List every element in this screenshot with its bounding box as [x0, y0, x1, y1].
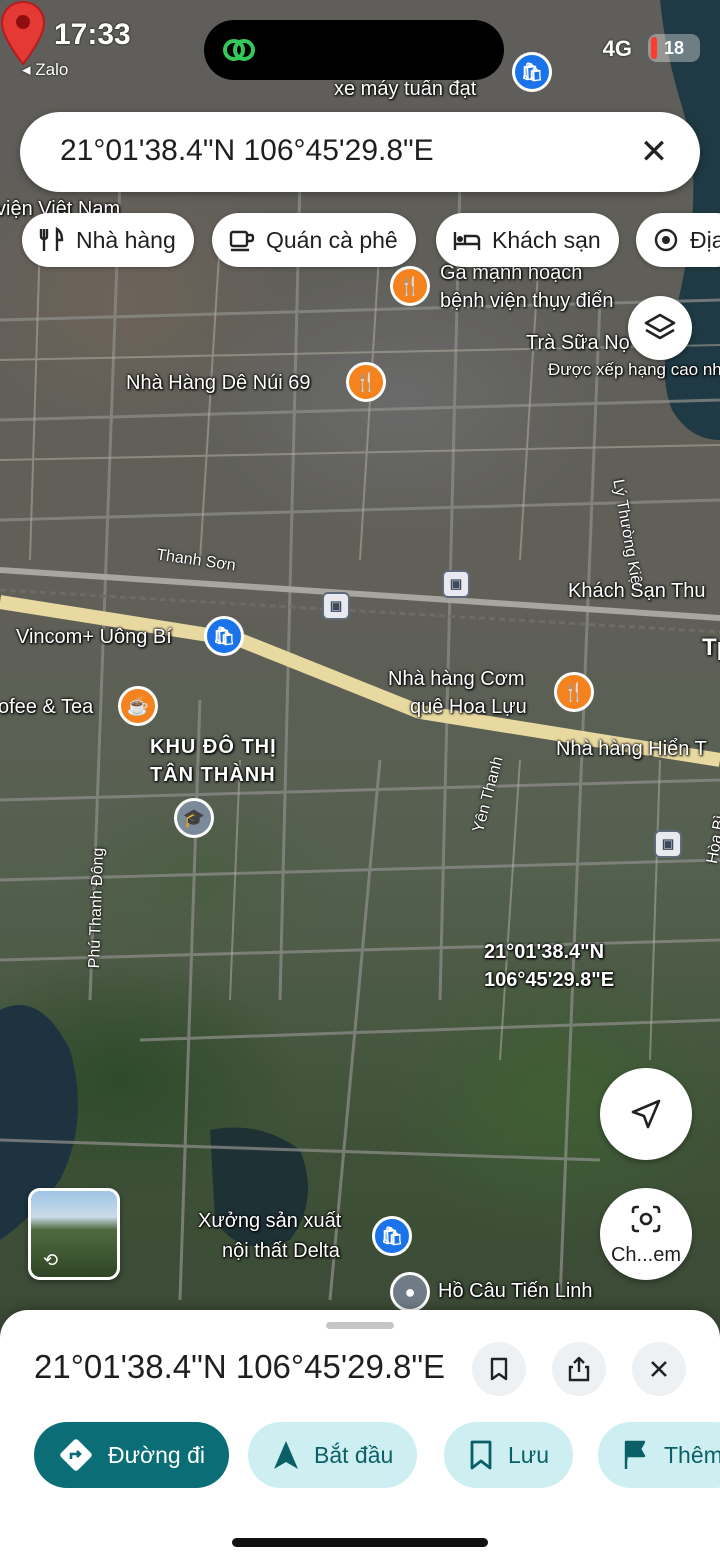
rotate-360-icon: ⟲ [43, 1250, 59, 1270]
place-label[interactable]: Nhà hàng Cơm [388, 668, 525, 691]
place-bottom-sheet[interactable]: 21°01'38.4"N 106°45'29.8"E Đường đi Bắt … [0, 1310, 720, 1560]
flag-icon [624, 1440, 646, 1469]
attractions-icon [654, 228, 678, 252]
shopping-bag-icon[interactable]: 🛍 [372, 1216, 412, 1256]
lens-search-button[interactable]: Ch...em [600, 1188, 692, 1280]
place-label[interactable]: bệnh viện thụy điển [440, 290, 613, 313]
link-icon [223, 39, 255, 61]
city-label: Tp [702, 634, 720, 661]
area-label: KHU ĐÔ THỊ [150, 736, 277, 758]
directions-icon [60, 1439, 92, 1471]
shopping-bag-icon[interactable]: 🛍 [204, 616, 244, 656]
place-label[interactable]: Khách Sạn Thu [568, 580, 706, 603]
close-sheet-button[interactable] [632, 1342, 686, 1396]
search-bar[interactable]: 21°01'38.4"N 106°45'29.8"E ✕ [20, 112, 700, 192]
place-label[interactable]: Hồ Câu Tiến Linh [438, 1280, 593, 1303]
more-button[interactable]: Thêm [598, 1422, 720, 1488]
pin-coordinates: 21°01'38.4"N 106°45'29.8"E [484, 938, 614, 994]
bus-stop-icon[interactable]: ▣ [442, 570, 470, 598]
pin-longitude: 106°45'29.8"E [484, 969, 615, 991]
place-dot-icon[interactable]: ● [390, 1272, 430, 1312]
chip-label: Nhà hàng [76, 226, 176, 253]
coffee-icon [229, 230, 255, 252]
bookmark-icon [490, 1357, 508, 1381]
action-label: Bắt đầu [314, 1441, 394, 1468]
chip-restaurants[interactable]: Nhà hàng [22, 213, 194, 267]
place-label[interactable]: xe máy tuấn đạt [334, 78, 476, 101]
coffee-icon[interactable]: ☕ [118, 686, 158, 726]
directions-button[interactable]: Đường đi [34, 1422, 229, 1488]
camera-lens-icon [631, 1205, 661, 1233]
close-icon[interactable]: ✕ [634, 132, 674, 172]
dropped-pin-icon[interactable] [0, 0, 46, 66]
chip-coffee[interactable]: Quán cà phê [212, 213, 416, 267]
hotel-icon [453, 232, 481, 250]
start-button[interactable]: Bắt đầu [248, 1422, 418, 1488]
back-to-app-link[interactable]: ◂ Zalo [22, 60, 68, 80]
place-label[interactable]: Nhà Hàng Dê Núi 69 [126, 372, 311, 395]
restaurant-icon[interactable]: 🍴 [346, 362, 386, 402]
home-indicator[interactable] [232, 1538, 488, 1547]
status-time: 17:33 [54, 18, 131, 51]
layers-icon [644, 313, 676, 340]
battery-icon: 18 [648, 34, 700, 62]
school-icon[interactable]: 🎓 [174, 798, 214, 838]
sheet-drag-handle[interactable] [326, 1322, 394, 1329]
place-rating-label: Được xếp hạng cao nh [548, 360, 720, 379]
restaurant-icon [39, 226, 64, 251]
place-label[interactable]: nội thất Delta [222, 1240, 340, 1263]
share-button[interactable] [552, 1342, 606, 1396]
search-input[interactable]: 21°01'38.4"N 106°45'29.8"E [60, 134, 434, 168]
bus-stop-icon[interactable]: ▣ [654, 830, 682, 858]
save-place-button[interactable]: Lưu [444, 1422, 573, 1488]
close-icon [651, 1361, 667, 1377]
place-label[interactable]: Nhà hàng Hiển T [556, 738, 707, 761]
pin-latitude: 21°01'38.4"N [484, 941, 605, 963]
chip-label: Khách sạn [492, 226, 601, 253]
shopping-bag-icon[interactable]: 🛍 [512, 52, 552, 92]
lens-label: Ch...em [610, 1244, 682, 1266]
chip-label: Địa [690, 226, 720, 253]
network-type: 4G [602, 36, 632, 61]
place-label[interactable]: ofee & Tea [0, 696, 93, 719]
location-arrow-icon [631, 1099, 661, 1129]
share-icon [568, 1356, 590, 1382]
chip-hotels[interactable]: Khách sạn [436, 213, 619, 267]
restaurant-icon[interactable]: 🍴 [554, 672, 594, 712]
action-label: Thêm [664, 1441, 720, 1468]
action-label: Đường đi [108, 1441, 205, 1468]
bookmark-icon [470, 1440, 492, 1470]
bus-stop-icon[interactable]: ▣ [322, 592, 350, 620]
battery-level: 18 [663, 37, 685, 58]
street-view-thumbnail[interactable]: ⟲ [28, 1188, 120, 1280]
chip-attractions[interactable]: Địa [636, 213, 720, 267]
save-button[interactable] [472, 1342, 526, 1396]
sheet-title: 21°01'38.4"N 106°45'29.8"E [34, 1348, 446, 1385]
area-label: TÂN THÀNH [150, 764, 276, 786]
action-label: Lưu [508, 1441, 549, 1468]
place-label[interactable]: Vincom+ Uông Bí [16, 626, 172, 649]
restaurant-icon[interactable]: 🍴 [390, 266, 430, 306]
chip-label: Quán cà phê [266, 226, 398, 253]
my-location-button[interactable] [600, 1068, 692, 1160]
place-label[interactable]: Xưởng sản xuất [198, 1210, 341, 1233]
navigation-arrow-icon [274, 1441, 298, 1469]
place-label[interactable]: quê Hoa Lựu [410, 696, 527, 719]
layers-button[interactable] [628, 296, 692, 360]
dynamic-island [204, 20, 504, 80]
